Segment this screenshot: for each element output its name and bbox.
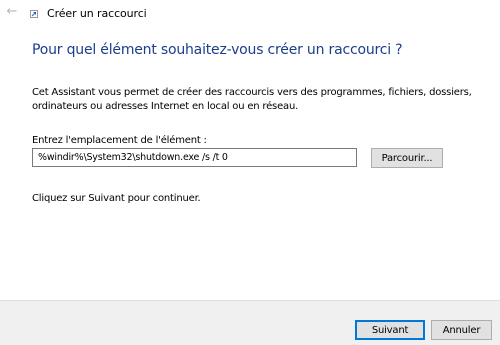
back-arrow-icon[interactable]: ← [4, 4, 20, 20]
continue-hint: Cliquez sur Suivant pour continuer. [32, 193, 201, 204]
shortcut-icon [30, 10, 38, 18]
browse-button[interactable]: Parcourir... [371, 148, 443, 168]
location-input[interactable] [32, 148, 357, 167]
create-shortcut-wizard: ← Créer un raccourci Pour quel élément s… [0, 0, 500, 345]
cancel-button[interactable]: Annuler [431, 320, 492, 340]
window-title: Créer un raccourci [47, 7, 147, 20]
page-heading: Pour quel élément souhaitez-vous créer u… [32, 42, 403, 58]
next-button[interactable]: Suivant [355, 320, 425, 340]
wizard-description: Cet Assistant vous permet de créer des r… [32, 87, 472, 112]
location-label: Entrez l'emplacement de l'élément : [32, 135, 207, 146]
footer-bar: Suivant Annuler [0, 300, 500, 345]
